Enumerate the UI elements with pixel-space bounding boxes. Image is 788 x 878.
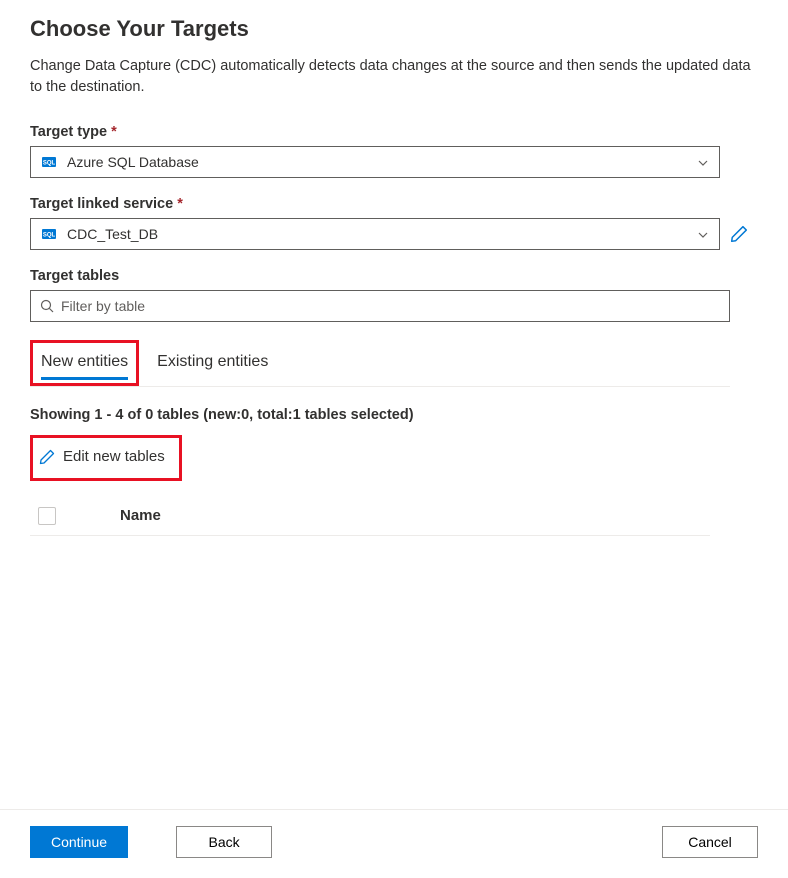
page-description: Change Data Capture (CDC) automatically …	[30, 56, 758, 98]
target-linked-service-dropdown[interactable]: SQL CDC_Test_DB	[30, 218, 720, 250]
target-type-field: Target type * SQL Azure SQL Database	[30, 124, 758, 178]
edit-linked-service-button[interactable]	[730, 225, 748, 243]
sql-database-icon: SQL	[41, 154, 57, 170]
tab-existing-entities[interactable]: Existing entities	[153, 347, 272, 379]
target-type-value: Azure SQL Database	[67, 154, 199, 170]
annotation-highlight: New entities	[30, 340, 139, 386]
tab-new-entities[interactable]: New entities	[41, 347, 128, 379]
svg-text:SQL: SQL	[43, 161, 56, 167]
chevron-down-icon	[697, 156, 709, 168]
target-tables-field: Target tables	[30, 268, 758, 322]
entity-tabs: New entities Existing entities	[30, 340, 730, 387]
sql-database-icon: SQL	[41, 226, 57, 242]
target-type-label: Target type *	[30, 124, 758, 140]
target-linked-service-label-text: Target linked service	[30, 196, 173, 212]
annotation-highlight: Edit new tables	[30, 435, 182, 481]
back-button[interactable]: Back	[176, 826, 272, 858]
showing-status: Showing 1 - 4 of 0 tables (new:0, total:…	[30, 407, 758, 423]
target-type-label-text: Target type	[30, 124, 107, 140]
target-linked-service-value: CDC_Test_DB	[67, 226, 158, 242]
filter-input-container[interactable]	[30, 290, 730, 322]
target-linked-service-field: Target linked service * SQL CDC_Test_DB	[30, 196, 758, 250]
edit-new-tables-label: Edit new tables	[63, 448, 165, 465]
edit-new-tables-button[interactable]: Edit new tables	[39, 448, 165, 465]
select-all-cell	[30, 507, 120, 525]
continue-button[interactable]: Continue	[30, 826, 128, 858]
column-header-name[interactable]: Name	[120, 507, 161, 524]
page-title: Choose Your Targets	[30, 16, 758, 42]
pencil-icon	[39, 449, 55, 465]
chevron-down-icon	[697, 228, 709, 240]
cancel-button[interactable]: Cancel	[662, 826, 758, 858]
search-icon	[39, 298, 55, 314]
filter-input[interactable]	[61, 298, 721, 314]
select-all-checkbox[interactable]	[38, 507, 56, 525]
target-tables-label: Target tables	[30, 268, 758, 284]
svg-text:SQL: SQL	[43, 233, 56, 239]
required-indicator: *	[111, 124, 117, 140]
footer-actions: Continue Back Cancel	[0, 809, 788, 878]
table-header: Name	[30, 499, 710, 536]
target-type-dropdown[interactable]: SQL Azure SQL Database	[30, 146, 720, 178]
target-linked-service-label: Target linked service *	[30, 196, 758, 212]
required-indicator: *	[177, 196, 183, 212]
